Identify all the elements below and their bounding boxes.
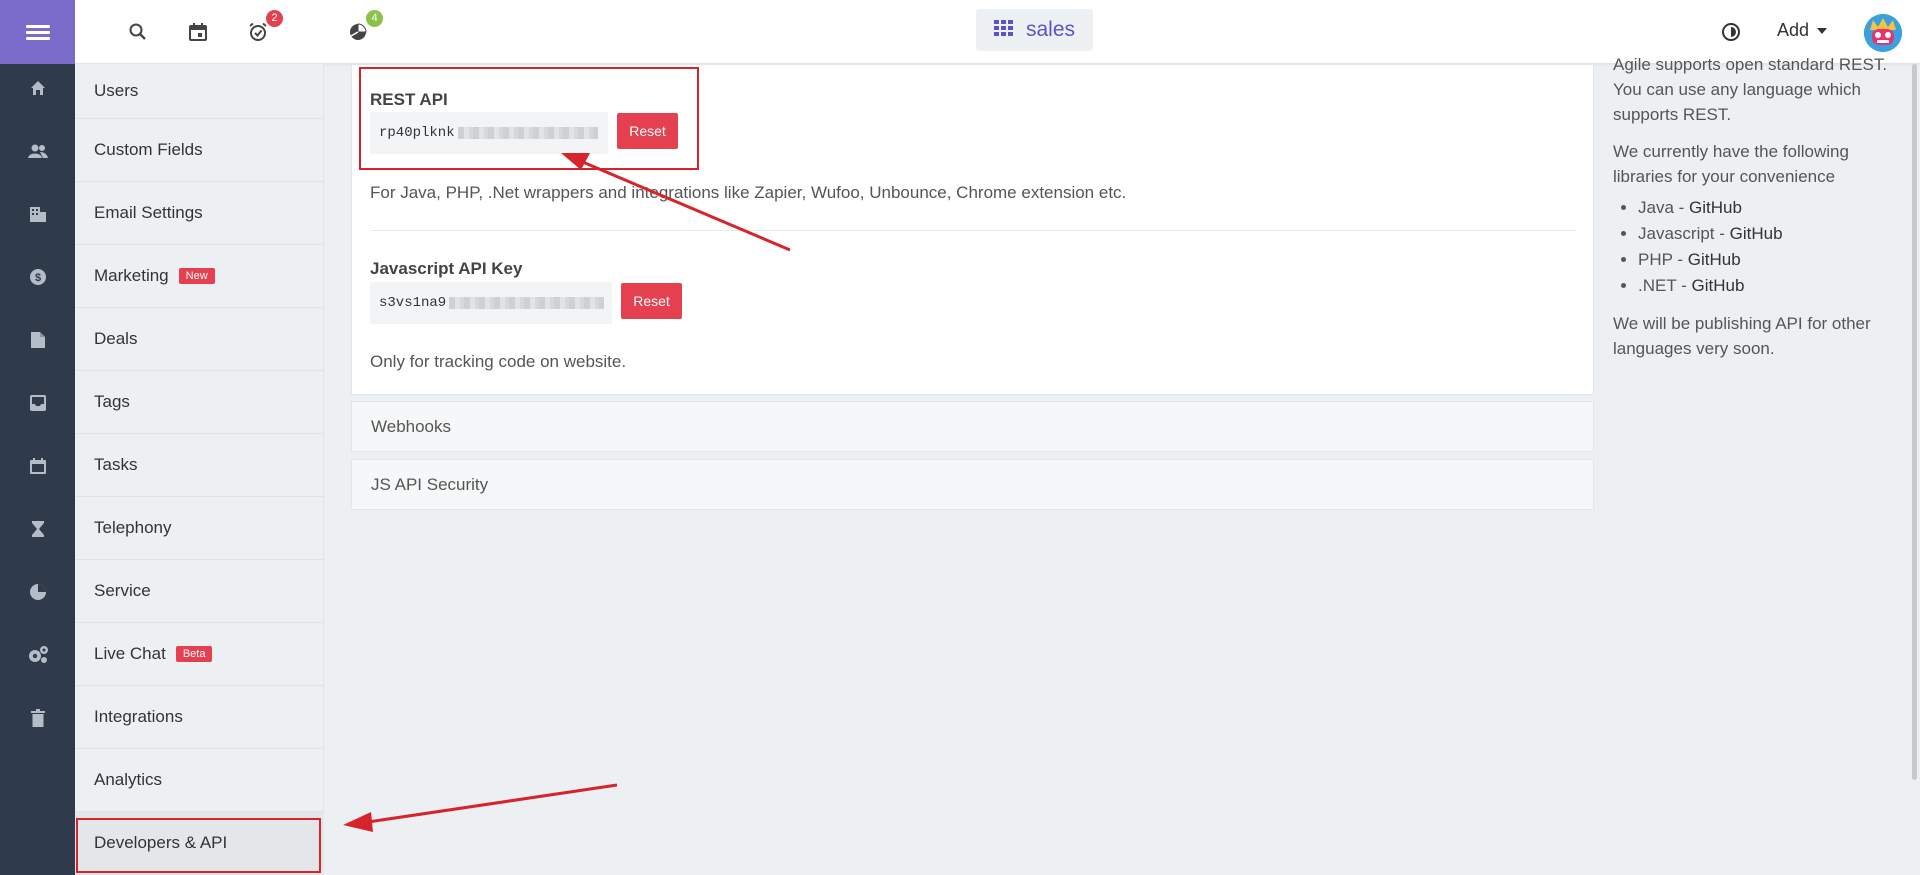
list-item: Java - GitHub <box>1638 195 1903 221</box>
menu-item-label: Tags <box>94 392 130 411</box>
hourglass-icon[interactable] <box>0 509 75 549</box>
library-name: Java <box>1638 198 1674 217</box>
trash-icon[interactable] <box>0 698 75 738</box>
js-api-description: Only for tracking code on website. <box>370 352 627 371</box>
documents-icon[interactable] <box>0 320 75 360</box>
calendar-icon[interactable] <box>182 16 214 48</box>
list-item: Javascript - GitHub <box>1638 221 1903 247</box>
annotation-box-rest-api <box>359 67 699 170</box>
menu-item-email-settings[interactable]: Email Settings <box>75 182 324 245</box>
workspace-label: sales <box>1025 18 1076 41</box>
menu-item-label: Email Settings <box>94 203 203 222</box>
menu-item-tasks[interactable]: Tasks <box>75 434 324 497</box>
github-link[interactable]: GitHub <box>1692 276 1745 295</box>
workspace-switcher[interactable]: sales <box>976 9 1093 51</box>
new-badge: New <box>178 268 215 284</box>
menu-item-label: Service <box>94 581 151 600</box>
beta-badge: Beta <box>175 646 213 662</box>
svg-text:$: $ <box>34 272 40 284</box>
webhooks-section[interactable]: Webhooks <box>351 401 1594 452</box>
main-menu-button[interactable] <box>0 0 75 64</box>
info-intro: Agile supports open standard REST. You c… <box>1613 55 1888 124</box>
section-divider <box>371 230 1576 231</box>
github-link[interactable]: GitHub <box>1730 224 1783 243</box>
library-name: PHP <box>1638 250 1673 269</box>
js-api-security-section[interactable]: JS API Security <box>351 459 1594 510</box>
list-item: .NET - GitHub <box>1638 273 1903 299</box>
list-item: PHP - GitHub <box>1638 247 1903 273</box>
settings-menu: Users Custom Fields Email Settings Marke… <box>75 64 324 875</box>
menu-item-label: Integrations <box>94 707 183 726</box>
js-api-title: Javascript API Key <box>370 259 523 278</box>
menu-item-label: Marketing <box>94 266 169 285</box>
menu-item-service[interactable]: Service <box>75 560 324 623</box>
annotation-box-developers <box>76 818 321 873</box>
companies-icon[interactable] <box>0 194 75 234</box>
info-outro: We will be publishing API for other lang… <box>1613 314 1871 358</box>
menu-item-label: Analytics <box>94 770 163 789</box>
settings-gears-icon[interactable] <box>0 635 75 675</box>
menu-item-telephony[interactable]: Telephony <box>75 497 324 560</box>
menu-item-custom-fields[interactable]: Custom Fields <box>75 119 324 182</box>
inbox-icon[interactable] <box>0 383 75 423</box>
menu-item-tags[interactable]: Tags <box>75 371 324 434</box>
icon-rail: $ <box>0 64 75 875</box>
menu-item-label: Custom Fields <box>94 140 203 159</box>
menu-item-label: Users <box>94 81 139 100</box>
api-info-panel: Agile supports open standard REST. You c… <box>1613 52 1903 373</box>
library-name: .NET <box>1638 276 1677 295</box>
js-api-key-value: s3vs1na9 <box>379 295 447 311</box>
add-dropdown[interactable]: Add <box>1777 20 1828 41</box>
menu-item-live-chat[interactable]: Live Chat Beta <box>75 623 324 686</box>
pie-chart-icon[interactable]: 4 <box>342 10 383 48</box>
deals-icon[interactable]: $ <box>0 257 75 297</box>
chevron-down-icon <box>1817 27 1828 34</box>
menu-item-label: Telephony <box>94 518 172 537</box>
contrast-icon[interactable] <box>1715 16 1747 48</box>
js-api-key-field[interactable]: s3vs1na9 <box>370 282 612 324</box>
calendar-rail-icon[interactable] <box>0 446 75 486</box>
github-link[interactable]: GitHub <box>1688 250 1741 269</box>
alarm-icon[interactable]: 2 <box>242 10 283 48</box>
js-reset-button[interactable]: Reset <box>621 283 682 319</box>
search-icon[interactable] <box>122 16 154 48</box>
grid-icon <box>993 18 1014 42</box>
avatar[interactable] <box>1864 14 1902 52</box>
add-label: Add <box>1777 20 1810 40</box>
arrowhead <box>343 812 373 832</box>
reminders-badge: 2 <box>266 10 283 27</box>
menu-item-label: Deals <box>94 329 138 348</box>
github-link[interactable]: GitHub <box>1689 198 1742 217</box>
library-list: Java - GitHub Javascript - GitHub PHP - … <box>1638 195 1903 299</box>
menu-item-deals[interactable]: Deals <box>75 308 324 371</box>
menu-item-label: Tasks <box>94 455 138 474</box>
menu-item-analytics[interactable]: Analytics <box>75 749 324 812</box>
hamburger-icon <box>25 22 50 43</box>
arrow-to-developers <box>367 783 618 824</box>
info-libraries-intro: We currently have the following librarie… <box>1613 142 1849 186</box>
reports-rail-icon[interactable] <box>0 572 75 612</box>
masked-key <box>449 297 605 309</box>
menu-item-marketing[interactable]: Marketing New <box>75 245 324 308</box>
reports-badge: 4 <box>366 10 383 27</box>
menu-item-users[interactable]: Users <box>75 64 324 119</box>
rest-api-description: For Java, PHP, .Net wrappers and integra… <box>370 183 1127 202</box>
menu-item-label: Live Chat <box>94 644 166 663</box>
contacts-icon[interactable] <box>0 131 75 171</box>
menu-item-integrations[interactable]: Integrations <box>75 686 324 749</box>
library-name: Javascript <box>1638 224 1715 243</box>
scrollbar[interactable] <box>1912 64 1917 780</box>
home-icon[interactable] <box>0 68 75 108</box>
